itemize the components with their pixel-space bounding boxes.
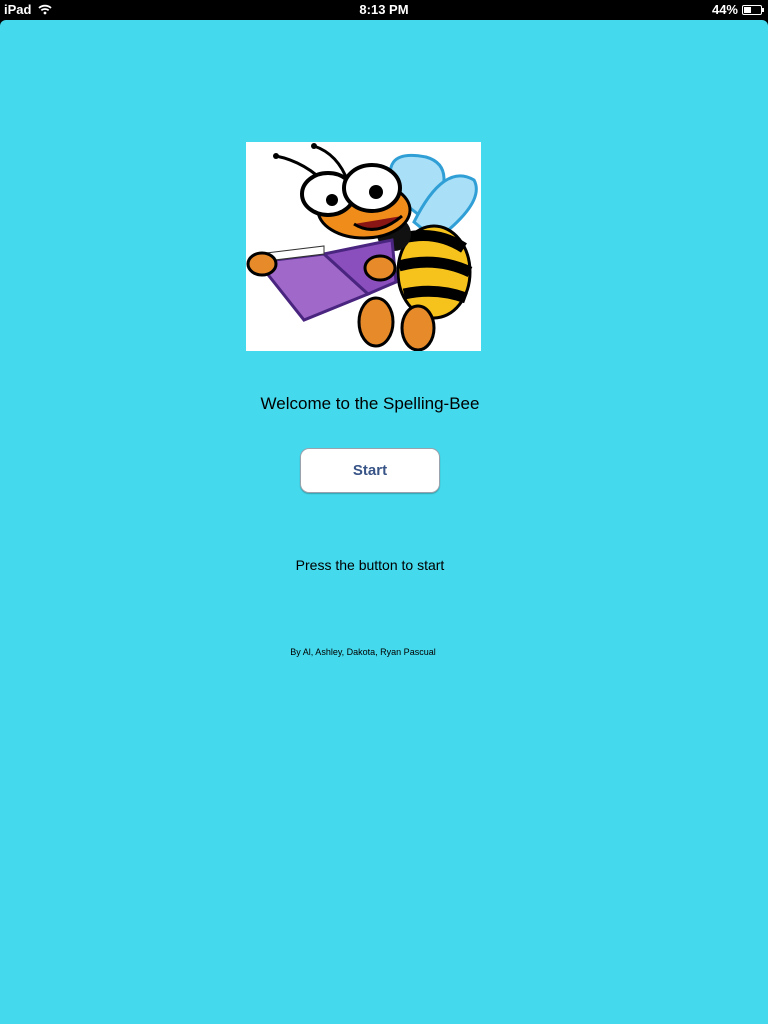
welcome-title: Welcome to the Spelling-Bee <box>260 394 480 413</box>
status-time: 8:13 PM <box>359 2 409 17</box>
battery-fill <box>744 6 752 13</box>
status-bar: iPad 8:13 PM 44% <box>0 0 768 20</box>
app-view: Welcome to the Spelling-Bee Start Press … <box>0 20 768 1024</box>
instruction-text: Press the button to start <box>295 557 445 573</box>
start-button[interactable]: Start <box>300 448 440 493</box>
bee-reading-book-icon <box>246 142 481 351</box>
battery-icon <box>742 4 764 15</box>
credits-text: By Al, Ashley, Dakota, Ryan Pascual <box>290 647 436 657</box>
status-right: 44% <box>712 2 764 17</box>
battery-percent: 44% <box>711 2 738 17</box>
